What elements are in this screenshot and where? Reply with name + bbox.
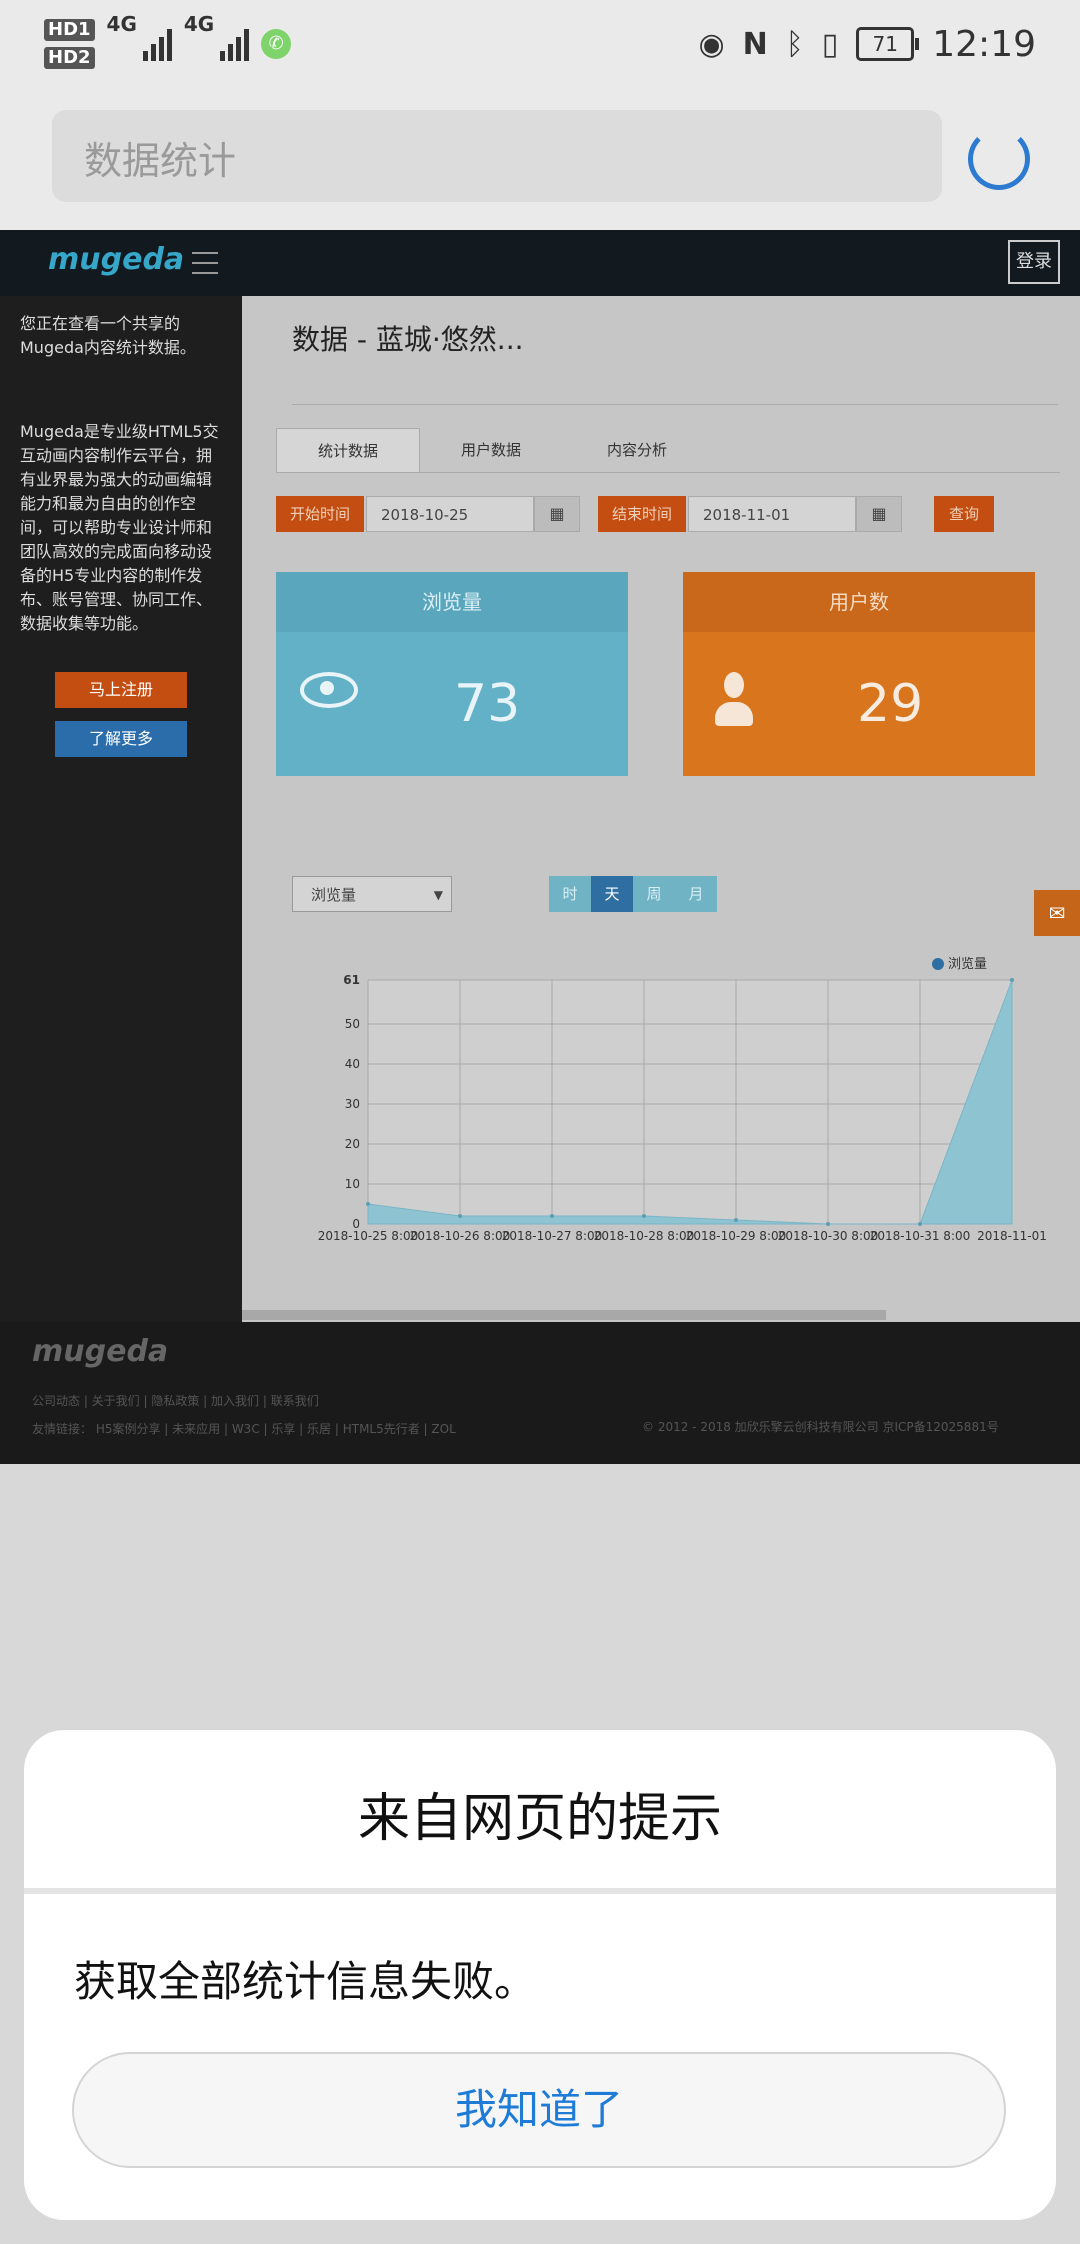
feedback-icon[interactable]: ✉ [1034, 890, 1080, 936]
chart-data-point [550, 1214, 554, 1218]
dialog-ok-button[interactable]: 我知道了 [72, 2052, 1006, 2168]
views-card: 浏览量 73 [276, 572, 628, 776]
views-chart: 01020304050612018-10-25 8:002018-10-26 8… [318, 956, 1047, 1243]
dialog-message: 获取全部统计信息失败。 [74, 1957, 537, 2006]
chart-x-tick-label: 2018-10-31 8:00 [870, 1229, 971, 1243]
chart-x-tick-label: 2018-10-27 8:00 [502, 1229, 603, 1243]
register-button[interactable]: 马上注册 [55, 672, 187, 708]
users-card-label: 用户数 [683, 572, 1035, 632]
sim2-badge: HD2 [44, 47, 95, 69]
chart-data-point [918, 1222, 922, 1226]
sim1-badge: HD1 [44, 19, 95, 41]
chevron-down-icon: ▼ [433, 888, 443, 902]
chart-legend-marker [932, 958, 944, 970]
status-right: ◉ N ᛒ ▯ 71 12:19 [698, 18, 1036, 70]
chart-y-tick-label: 30 [345, 1097, 360, 1111]
eye-comfort-icon: ◉ [698, 26, 725, 62]
title-divider [292, 404, 1058, 405]
status-left: HD1 HD2 4G 4G ✆ [44, 12, 292, 76]
dialog-title: 来自网页的提示 [357, 1789, 722, 1849]
horizontal-scrollbar[interactable] [242, 1310, 886, 1320]
menu-icon[interactable] [192, 252, 218, 274]
metric-select[interactable]: 浏览量 ▼ [292, 876, 452, 912]
sim-indicators: HD1 HD2 [44, 19, 95, 69]
chart-y-tick-label: 50 [345, 1017, 360, 1031]
granularity-week[interactable]: 周 [633, 876, 675, 912]
sidebar-intro: 您正在查看一个共享的Mugeda内容统计数据。 [20, 314, 196, 357]
granularity-day[interactable]: 天 [591, 876, 633, 912]
views-card-label: 浏览量 [276, 572, 628, 632]
chart-x-tick-label: 2018-10-29 8:00 [686, 1229, 787, 1243]
footer-friend-links[interactable]: 友情链接： H5案例分享 | 未来应用 | W3C | 乐享 | 乐居 | HT… [32, 1420, 456, 1437]
start-date-label: 开始时间 [276, 496, 364, 532]
footer-logo: mugeda [32, 1334, 169, 1369]
signal2-icon [220, 27, 250, 61]
chart-plot-area [368, 980, 1012, 1224]
end-date-label: 结束时间 [598, 496, 686, 532]
chart-x-tick-label: 2018-11-01 [977, 1229, 1047, 1243]
chart-y-tick-label: 20 [345, 1137, 360, 1151]
metric-select-value: 浏览量 [311, 886, 357, 904]
vibrate-icon: ▯ [821, 26, 839, 62]
start-calendar-icon[interactable]: ▦ [534, 496, 580, 532]
login-button[interactable]: 登录 [1008, 240, 1060, 284]
eye-icon [300, 672, 358, 708]
network2-label: 4G [183, 12, 215, 36]
users-card: 用户数 29 [683, 572, 1035, 776]
clock: 12:19 [932, 23, 1036, 65]
granularity-hour[interactable]: 时 [549, 876, 591, 912]
chart-data-point [458, 1214, 462, 1218]
chart-data-point [366, 1202, 370, 1206]
views-value: 73 [454, 674, 521, 734]
footer-links[interactable]: 公司动态 | 关于我们 | 隐私政策 | 加入我们 | 联系我们 [32, 1392, 319, 1409]
bluetooth-icon: ᛒ [785, 26, 804, 62]
chart-x-tick-label: 2018-10-28 8:00 [594, 1229, 695, 1243]
learn-more-button[interactable]: 了解更多 [55, 721, 187, 757]
site-logo[interactable]: mugeda [48, 242, 184, 277]
tab-user-data[interactable]: 用户数据 [420, 428, 562, 472]
sidebar-description: Mugeda是专业级HTML5交互动画内容制作云平台，拥有业界最为强大的动画编辑… [20, 422, 219, 633]
address-bar-text: 数据统计 [84, 139, 237, 183]
start-date-input[interactable]: 2018-10-25 [366, 496, 534, 532]
end-date-input[interactable]: 2018-11-01 [688, 496, 856, 532]
footer-copyright: © 2012 - 2018 加欣乐擎云创科技有限公司 京ICP备12025881… [642, 1420, 999, 1434]
chart-y-tick-label: 40 [345, 1057, 360, 1071]
network1-label: 4G [106, 12, 137, 36]
chart-y-tick-label: 61 [343, 973, 360, 987]
chart-data-point [734, 1218, 738, 1222]
chart-x-tick-label: 2018-10-25 8:00 [318, 1229, 419, 1243]
signal1-icon [142, 27, 172, 61]
battery-icon: 71 [856, 27, 920, 61]
nfc-icon: N [742, 26, 768, 62]
chart-y-tick-label: 10 [345, 1177, 360, 1191]
dialog-separator [24, 1888, 1056, 1894]
chart-x-tick-label: 2018-10-30 8:00 [778, 1229, 879, 1243]
user-icon [715, 672, 753, 730]
chart-data-point [1010, 978, 1014, 982]
end-calendar-icon[interactable]: ▦ [856, 496, 902, 532]
reload-icon[interactable] [968, 128, 1030, 190]
granularity-month[interactable]: 月 [675, 876, 717, 912]
tab-stats[interactable]: 统计数据 [276, 428, 420, 473]
chart-data-point [826, 1222, 830, 1226]
chart-x-tick-label: 2018-10-26 8:00 [410, 1229, 511, 1243]
query-button[interactable]: 查询 [934, 496, 994, 532]
users-value: 29 [857, 674, 924, 734]
page-title: 数据 - 蓝城·悠然... [292, 323, 524, 356]
chart-legend-label: 浏览量 [948, 956, 987, 972]
tab-content-analysis[interactable]: 内容分析 [566, 428, 708, 472]
tab-underline [276, 472, 1060, 473]
wechat-notification-icon: ✆ [261, 29, 292, 59]
chart-data-point [642, 1214, 646, 1218]
